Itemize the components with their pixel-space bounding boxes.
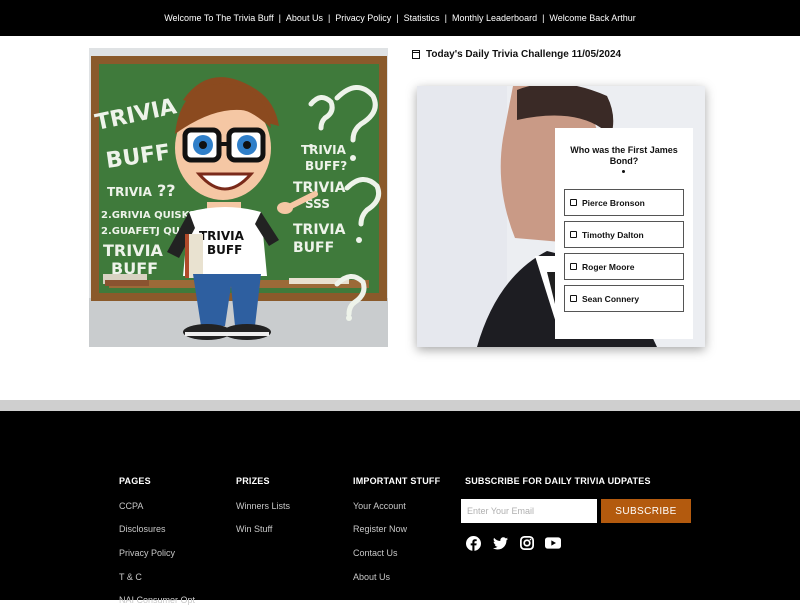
- calendar-icon: [412, 50, 420, 59]
- answer-option-1[interactable]: Pierce Bronson: [564, 189, 684, 216]
- answer-label: Timothy Dalton: [582, 229, 644, 240]
- footer-link-disclosures[interactable]: Disclosures: [119, 524, 166, 534]
- chalkboard-cartoon-image: TRIVIA BUFF TRIVIA ?? 2.GRIVIA QUISK? 2.…: [89, 48, 388, 347]
- checkbox-icon: [570, 199, 577, 206]
- footer-link-about-us[interactable]: About Us: [353, 572, 390, 582]
- answer-label: Roger Moore: [582, 261, 635, 272]
- footer-link-privacy-policy[interactable]: Privacy Policy: [119, 548, 175, 558]
- svg-text:BUFF?: BUFF?: [305, 159, 347, 173]
- instagram-icon[interactable]: [519, 535, 535, 551]
- nav-separator: |: [396, 13, 399, 23]
- footer-link-winners-lists[interactable]: Winners Lists: [236, 501, 290, 511]
- svg-text:TRIVIA: TRIVIA: [293, 222, 346, 238]
- svg-text:TRIVIA: TRIVIA: [301, 143, 347, 157]
- svg-text:2.GRIVIA QUISK?: 2.GRIVIA QUISK?: [101, 210, 195, 221]
- answer-option-3[interactable]: Roger Moore: [564, 253, 684, 280]
- answer-option-2[interactable]: Timothy Dalton: [564, 221, 684, 248]
- question-dot: [622, 170, 625, 173]
- nav-separator: |: [542, 13, 545, 23]
- answer-label: Sean Connery: [582, 293, 640, 304]
- footer-subscribe-heading: SUBSCRIBE FOR DAILY TRIVIA UDPATES: [465, 476, 651, 486]
- svg-text:TRIVIA: TRIVIA: [103, 241, 164, 260]
- answer-label: Pierce Bronson: [582, 197, 645, 208]
- top-nav-bar: Welcome To The Trivia Buff | About Us | …: [0, 0, 800, 36]
- top-nav: Welcome To The Trivia Buff | About Us | …: [164, 13, 636, 23]
- nav-separator: |: [278, 13, 281, 23]
- footer-link-win-stuff[interactable]: Win Stuff: [236, 524, 272, 534]
- nav-separator: |: [327, 13, 331, 23]
- svg-text:BUFF: BUFF: [293, 240, 334, 256]
- svg-text:2.GUAFETJ QUI: 2.GUAFETJ QUI: [101, 226, 184, 237]
- email-input[interactable]: [461, 499, 597, 523]
- nav-privacy-policy[interactable]: Privacy Policy: [335, 13, 391, 23]
- footer-prizes-heading: PRIZES: [236, 476, 270, 486]
- nav-welcome-back-user[interactable]: Welcome Back Arthur: [549, 13, 635, 23]
- nav-monthly-leaderboard[interactable]: Monthly Leaderboard: [452, 13, 537, 23]
- twitter-icon[interactable]: [492, 535, 508, 551]
- nav-about-us[interactable]: About Us: [286, 13, 323, 23]
- subscribe-button[interactable]: SUBSCRIBE: [601, 499, 691, 523]
- footer-link-nai-opt-out[interactable]: NAI Consumer Opt: [119, 595, 195, 605]
- svg-text:BUFF: BUFF: [207, 243, 242, 257]
- trivia-buff-illustration: TRIVIA BUFF TRIVIA ?? 2.GRIVIA QUISK? 2.…: [89, 48, 388, 347]
- answer-option-4[interactable]: Sean Connery: [564, 285, 684, 312]
- footer-link-contact-us[interactable]: Contact Us: [353, 548, 398, 558]
- checkbox-icon: [570, 231, 577, 238]
- svg-text:TRIVIA: TRIVIA: [107, 185, 153, 199]
- nav-statistics[interactable]: Statistics: [404, 13, 440, 23]
- footer-pages-heading: PAGES: [119, 476, 151, 486]
- checkbox-icon: [570, 295, 577, 302]
- footer-link-register-now[interactable]: Register Now: [353, 524, 407, 534]
- quiz-question: Who was the First James Bond?: [570, 145, 678, 166]
- facebook-icon[interactable]: [465, 535, 481, 551]
- footer-link-your-account[interactable]: Your Account: [353, 501, 406, 511]
- footer-important-heading: IMPORTANT STUFF: [353, 476, 441, 486]
- svg-text:??: ??: [157, 181, 176, 200]
- footer-divider: [0, 400, 800, 411]
- nav-separator: |: [444, 13, 448, 23]
- svg-text:TRIVIA: TRIVIA: [293, 180, 346, 196]
- daily-challenge-heading: Today's Daily Trivia Challenge 11/05/202…: [412, 49, 621, 60]
- footer-link-ccpa[interactable]: CCPA: [119, 501, 143, 511]
- nav-welcome[interactable]: Welcome To The Trivia Buff: [164, 13, 273, 23]
- youtube-icon[interactable]: [545, 535, 561, 551]
- footer-link-terms[interactable]: T & C: [119, 572, 142, 582]
- checkbox-icon: [570, 263, 577, 270]
- svg-text:TRIVIA: TRIVIA: [199, 229, 245, 243]
- daily-challenge-title: Today's Daily Trivia Challenge 11/05/202…: [426, 49, 622, 60]
